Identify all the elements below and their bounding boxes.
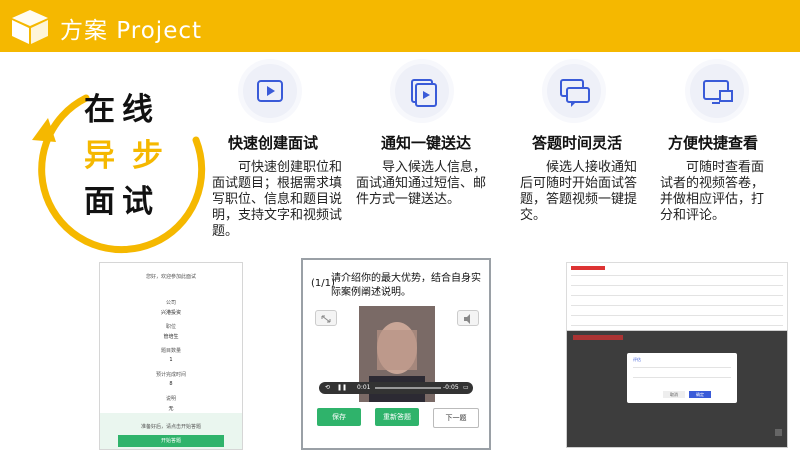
next-button[interactable]: 下一题 — [433, 408, 479, 428]
field-value: 管培生 — [163, 334, 179, 340]
confirm-button[interactable]: 确定 — [689, 391, 711, 398]
time-remaining: -0:05 — [443, 384, 459, 391]
screenshot-admin-dialog: 评估 取消 确定 — [566, 330, 788, 448]
screen-icon[interactable]: ▭ — [463, 382, 469, 394]
rewind-icon[interactable]: ⟲ — [325, 382, 330, 394]
evaluate-dialog: 评估 取消 确定 — [627, 353, 737, 403]
page-title: 方案 Project — [60, 18, 203, 44]
volume-icon[interactable] — [457, 310, 479, 326]
box-logo-icon — [12, 10, 48, 44]
feature-title-notify: 通知一键送达 — [381, 134, 472, 152]
feature-desc-review: 可随时查看面试者的视频答卷，并做相应评估，打分和评论。 — [660, 160, 765, 223]
hero-char-1: 在 — [84, 92, 115, 128]
ready-hint: 准备好后，请点击开始答题 — [140, 424, 201, 430]
field-value: 兴港投资 — [160, 310, 181, 316]
divider — [571, 275, 783, 276]
field-value: 1 — [169, 357, 173, 363]
field-label: 公司 — [165, 300, 176, 306]
screen-view-icon — [690, 64, 744, 118]
chat-bubble-icon — [547, 64, 601, 118]
divider — [571, 295, 783, 296]
field-value: 8 — [169, 381, 173, 387]
field-label: 说明 — [165, 396, 176, 402]
field-label: 预计完成时间 — [155, 372, 186, 378]
expand-icon[interactable] — [315, 310, 337, 326]
hero-char-6: 试 — [122, 184, 153, 220]
time-current: 0:01 — [357, 384, 371, 391]
retry-button[interactable]: 重新答题 — [375, 408, 419, 426]
feature-title-flexible: 答题时间灵活 — [532, 134, 623, 152]
video-controls[interactable]: ⟲ ❚❚ 0:01 -0:05 ▭ — [319, 382, 473, 394]
field-value: 无 — [168, 406, 174, 412]
video-play-icon — [243, 64, 297, 118]
screenshot-welcome: 您好，欢迎参加此面试 公司 兴港投资 职位 管培生 题目数量 1 预计完成时间 … — [99, 262, 243, 450]
start-answer-button[interactable]: 开始答题 — [118, 435, 224, 447]
pause-icon[interactable]: ❚❚ — [337, 382, 347, 394]
hero-char-3: 异 — [84, 138, 115, 174]
page-button[interactable] — [775, 429, 782, 436]
admin-logo — [571, 266, 605, 270]
feature-desc-flexible: 候选人接收通知后可随时开始面试答题，答题视频一键提交。 — [520, 160, 638, 223]
divider — [571, 325, 783, 326]
welcome-greeting: 您好，欢迎参加此面试 — [145, 274, 196, 280]
header-bar: 方案 Project — [0, 0, 800, 52]
divider — [571, 305, 783, 306]
hero-char-5: 面 — [84, 184, 115, 220]
divider — [633, 377, 731, 378]
divider — [571, 315, 783, 316]
save-button[interactable]: 保存 — [317, 408, 361, 426]
hero-char-2: 线 — [122, 92, 153, 128]
admin-logo — [573, 335, 623, 340]
video-share-icon — [395, 64, 449, 118]
feature-desc-notify: 导入候选人信息，面试通知通过短信、邮件方式一键送达。 — [356, 160, 487, 207]
cancel-button[interactable]: 取消 — [663, 391, 685, 398]
screenshot-answer: (1/1) 请介绍你的最大优势，结合自身实际案例阐述说明。 ⟲ ❚❚ 0:01 … — [301, 258, 491, 450]
progress-track[interactable] — [375, 387, 441, 389]
hero-char-4: 步 — [132, 138, 163, 174]
field-label: 题目数量 — [160, 348, 181, 354]
screenshot-admin-list — [566, 262, 788, 334]
feature-title-create: 快速创建面试 — [228, 134, 319, 152]
feature-desc-create: 可快速创建职位和面试题目；根据需求填写职位、信息和题目说明，支持文字和视频试题。 — [212, 160, 343, 239]
dialog-title: 评估 — [633, 357, 641, 362]
question-text: 请介绍你的最大优势，结合自身实际案例阐述说明。 — [331, 273, 481, 298]
feature-title-review: 方便快捷查看 — [668, 134, 759, 152]
divider — [633, 367, 731, 368]
divider — [571, 285, 783, 286]
field-label: 职位 — [165, 324, 176, 330]
